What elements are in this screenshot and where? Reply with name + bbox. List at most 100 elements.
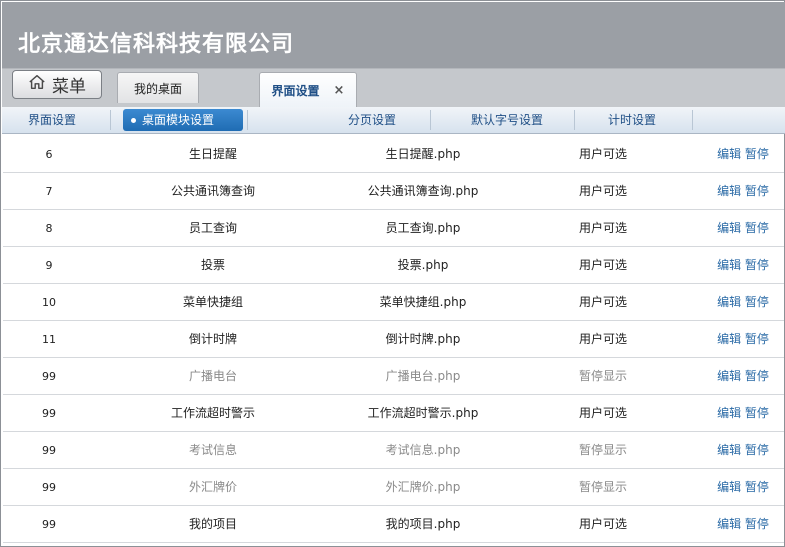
menu-button-label: 菜单	[52, 77, 86, 97]
divider	[247, 110, 248, 130]
divider	[574, 110, 575, 130]
row-actions: 编辑 暂停	[703, 469, 783, 506]
pause-link[interactable]: 暂停	[745, 184, 769, 198]
module-name: 倒计时牌	[188, 332, 237, 346]
settings-subnav: 界面设置 桌面模块设置 分页设置 默认字号设置 计时设置	[2, 107, 785, 134]
module-status: 用户可选	[578, 184, 627, 198]
module-status: 用户可选	[578, 221, 627, 235]
table-row: 9 投票 投票.php 用户可选 编辑 暂停	[3, 247, 784, 284]
table-row: 99 考试信息 考试信息.php 暂停显示 编辑 暂停	[3, 432, 784, 469]
module-file: 公共通讯簿查询.php	[367, 184, 479, 198]
row-actions: 编辑 暂停	[703, 173, 783, 210]
close-icon[interactable]: ×	[334, 83, 345, 98]
divider	[430, 110, 431, 130]
module-status: 暂停显示	[578, 480, 627, 494]
tab-label: 我的桌面	[133, 81, 182, 96]
row-actions: 编辑 暂停	[703, 321, 783, 358]
pause-link[interactable]: 暂停	[745, 258, 769, 272]
edit-link[interactable]: 编辑	[717, 295, 741, 309]
row-actions: 编辑 暂停	[703, 210, 783, 247]
subnav-item-paging[interactable]: 分页设置	[312, 107, 432, 133]
module-status: 用户可选	[578, 147, 627, 161]
row-number: 7	[45, 185, 53, 198]
app-header: 北京通达信科科技有限公司	[2, 2, 785, 68]
module-file: 考试信息.php	[385, 443, 461, 457]
module-file: 倒计时牌.php	[385, 332, 461, 346]
row-number: 6	[45, 148, 53, 161]
bullet-icon	[131, 118, 136, 123]
table-row: 99 工作流超时警示 工作流超时警示.php 用户可选 编辑 暂停	[3, 395, 784, 432]
module-status: 用户可选	[578, 332, 627, 346]
module-file: 菜单快捷组.php	[379, 295, 467, 309]
subnav-item-timer[interactable]: 计时设置	[582, 107, 682, 133]
pause-link[interactable]: 暂停	[745, 443, 769, 457]
row-number: 8	[45, 222, 53, 235]
table-row: 99 广播电台 广播电台.php 暂停显示 编辑 暂停	[3, 358, 784, 395]
pause-link[interactable]: 暂停	[745, 517, 769, 531]
divider	[692, 110, 693, 130]
edit-link[interactable]: 编辑	[717, 369, 741, 383]
home-icon	[28, 73, 46, 96]
table-row: 6 生日提醒 生日提醒.php 用户可选 编辑 暂停	[3, 136, 784, 173]
module-name: 员工查询	[188, 221, 237, 235]
tab-label: 界面设置	[271, 84, 320, 98]
module-file: 生日提醒.php	[385, 147, 461, 161]
pause-link[interactable]: 暂停	[745, 295, 769, 309]
table-row: 10 菜单快捷组 菜单快捷组.php 用户可选 编辑 暂停	[3, 284, 784, 321]
table-row: 7 公共通讯簿查询 公共通讯簿查询.php 用户可选 编辑 暂停	[3, 173, 784, 210]
pause-link[interactable]: 暂停	[745, 480, 769, 494]
module-file: 投票.php	[397, 258, 449, 272]
row-actions: 编辑 暂停	[703, 358, 783, 395]
module-name: 公共通讯簿查询	[170, 184, 255, 198]
pause-link[interactable]: 暂停	[745, 147, 769, 161]
tab-my-desktop[interactable]: 我的桌面	[117, 72, 199, 103]
module-name: 菜单快捷组	[182, 295, 243, 309]
module-table: 6 生日提醒 生日提醒.php 用户可选 编辑 暂停 7 公共通讯簿查询 公共通讯簿查询.ph…	[3, 136, 784, 543]
row-number: 99	[42, 518, 56, 531]
subnav-item-desktop-modules[interactable]: 桌面模块设置	[123, 109, 243, 131]
row-number: 99	[42, 407, 56, 420]
edit-link[interactable]: 编辑	[717, 517, 741, 531]
module-status: 用户可选	[578, 406, 627, 420]
edit-link[interactable]: 编辑	[717, 258, 741, 272]
pause-link[interactable]: 暂停	[745, 332, 769, 346]
module-file: 工作流超时警示.php	[367, 406, 479, 420]
module-file: 我的项目.php	[385, 517, 461, 531]
tab-ui-settings[interactable]: 界面设置 ×	[259, 72, 357, 108]
module-status: 用户可选	[578, 295, 627, 309]
table-row: 8 员工查询 员工查询.php 用户可选 编辑 暂停	[3, 210, 784, 247]
module-status: 用户可选	[578, 517, 627, 531]
module-name: 外汇牌价	[188, 480, 237, 494]
menu-button[interactable]: 菜单	[12, 70, 102, 99]
row-number: 10	[42, 296, 56, 309]
module-file: 广播电台.php	[385, 369, 461, 383]
module-status: 暂停显示	[578, 443, 627, 457]
table-row: 11 倒计时牌 倒计时牌.php 用户可选 编辑 暂停	[3, 321, 784, 358]
row-number: 99	[42, 444, 56, 457]
subnav-item-ui-settings[interactable]: 界面设置	[2, 107, 102, 133]
pause-link[interactable]: 暂停	[745, 406, 769, 420]
row-actions: 编辑 暂停	[703, 395, 783, 432]
pause-link[interactable]: 暂停	[745, 369, 769, 383]
row-number: 9	[45, 259, 53, 272]
row-number: 99	[42, 370, 56, 383]
edit-link[interactable]: 编辑	[717, 332, 741, 346]
edit-link[interactable]: 编辑	[717, 184, 741, 198]
edit-link[interactable]: 编辑	[717, 480, 741, 494]
subnav-item-font-size[interactable]: 默认字号设置	[442, 107, 572, 133]
company-title: 北京通达信科科技有限公司	[18, 31, 295, 57]
subnav-item-label: 桌面模块设置	[142, 113, 215, 127]
module-file: 外汇牌价.php	[385, 480, 461, 494]
module-status: 暂停显示	[578, 369, 627, 383]
tab-bar: 菜单 我的桌面 界面设置 ×	[2, 68, 785, 108]
divider	[110, 110, 111, 130]
pause-link[interactable]: 暂停	[745, 221, 769, 235]
row-actions: 编辑 暂停	[703, 136, 783, 173]
edit-link[interactable]: 编辑	[717, 443, 741, 457]
module-name: 考试信息	[188, 443, 237, 457]
module-name: 生日提醒	[188, 147, 237, 161]
edit-link[interactable]: 编辑	[717, 406, 741, 420]
module-name: 投票	[200, 258, 225, 272]
edit-link[interactable]: 编辑	[717, 221, 741, 235]
edit-link[interactable]: 编辑	[717, 147, 741, 161]
